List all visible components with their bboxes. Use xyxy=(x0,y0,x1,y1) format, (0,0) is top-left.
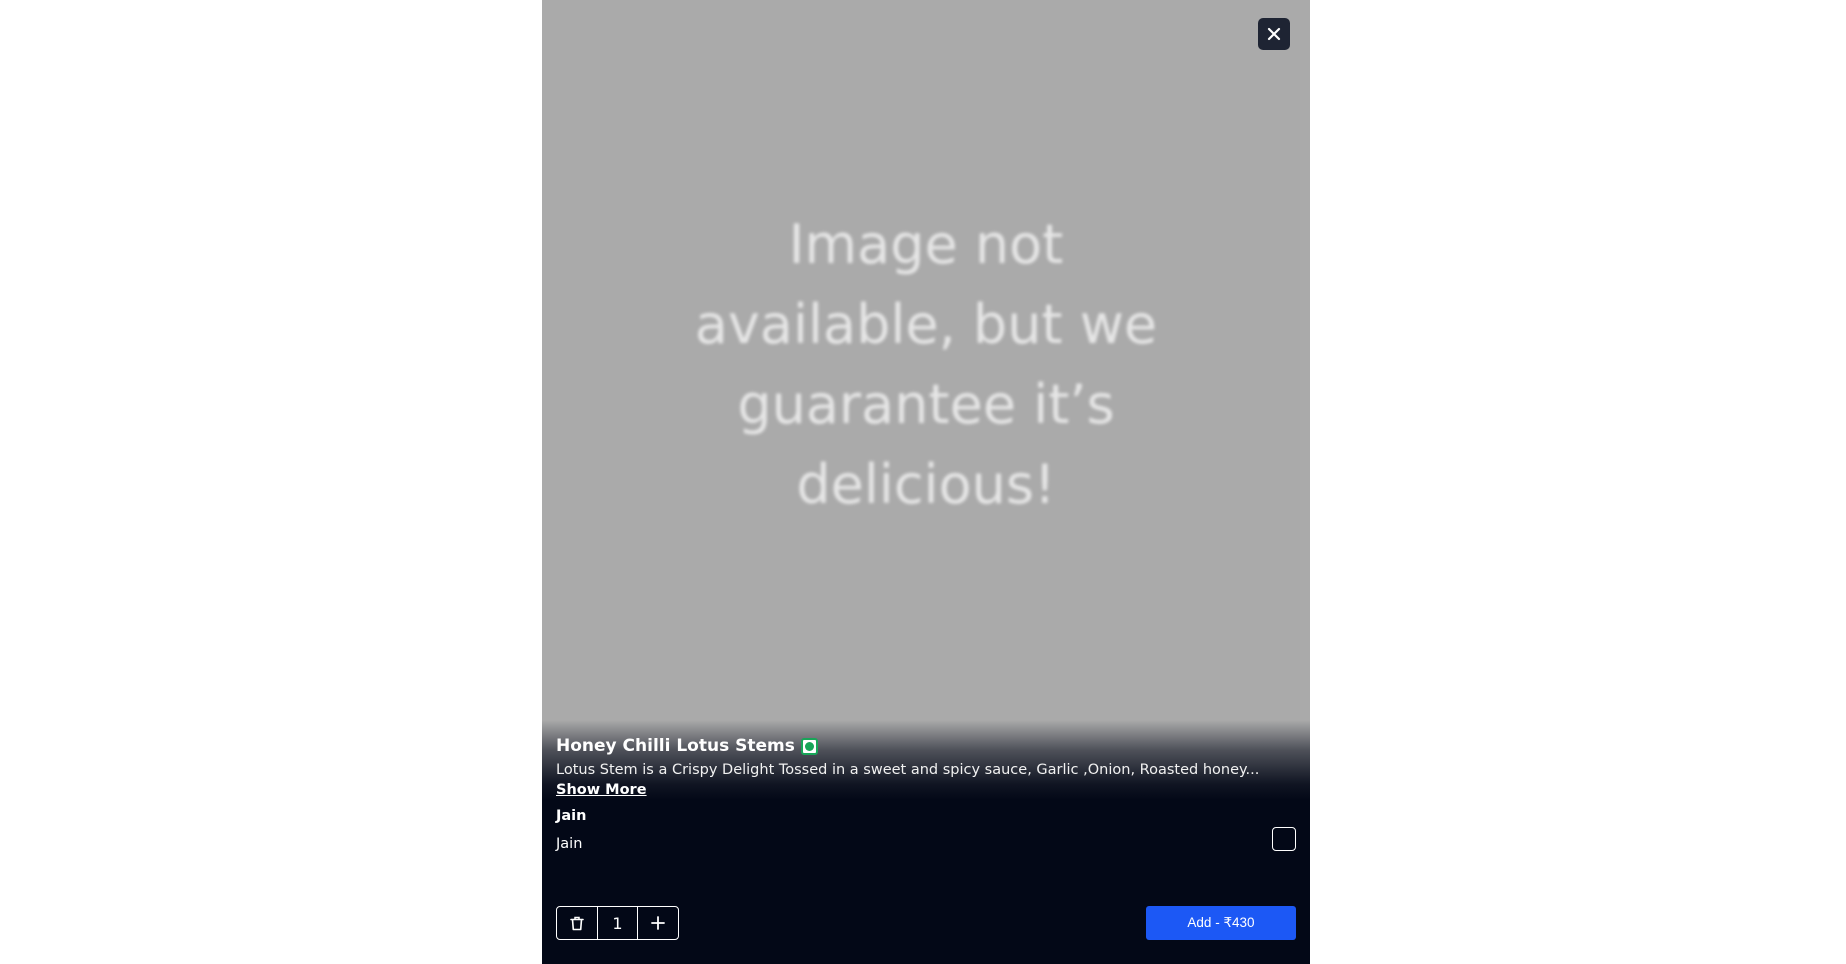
trash-icon xyxy=(570,916,584,930)
quantity-value: 1 xyxy=(597,907,638,939)
delete-button[interactable] xyxy=(557,907,597,939)
plus-icon xyxy=(651,916,665,930)
item-detail-modal: Image not available, but we guarantee it… xyxy=(542,0,1310,964)
close-icon xyxy=(1267,27,1281,41)
option-group-title: Jain xyxy=(556,808,587,824)
increment-button[interactable] xyxy=(638,907,678,939)
add-to-cart-button[interactable]: Add - ₹430 xyxy=(1146,906,1296,940)
item-description-text: Lotus Stem is a Crispy Delight Tossed in… xyxy=(556,762,1260,778)
option-label-jain: Jain xyxy=(556,836,583,852)
show-more-link[interactable]: Show More xyxy=(556,782,647,798)
item-title-row: Honey Chilli Lotus Stems xyxy=(556,736,818,756)
quantity-stepper: 1 xyxy=(556,906,679,940)
item-name: Honey Chilli Lotus Stems xyxy=(556,736,795,756)
option-checkbox-jain[interactable] xyxy=(1272,827,1296,851)
item-description: Lotus Stem is a Crispy Delight Tossed in… xyxy=(556,760,1284,800)
veg-indicator-icon xyxy=(800,737,818,755)
image-placeholder-text: Image not available, but we guarantee it… xyxy=(694,213,1158,516)
close-button[interactable] xyxy=(1258,18,1290,50)
item-details-panel: Honey Chilli Lotus Stems Lotus Stem is a… xyxy=(542,720,1310,964)
